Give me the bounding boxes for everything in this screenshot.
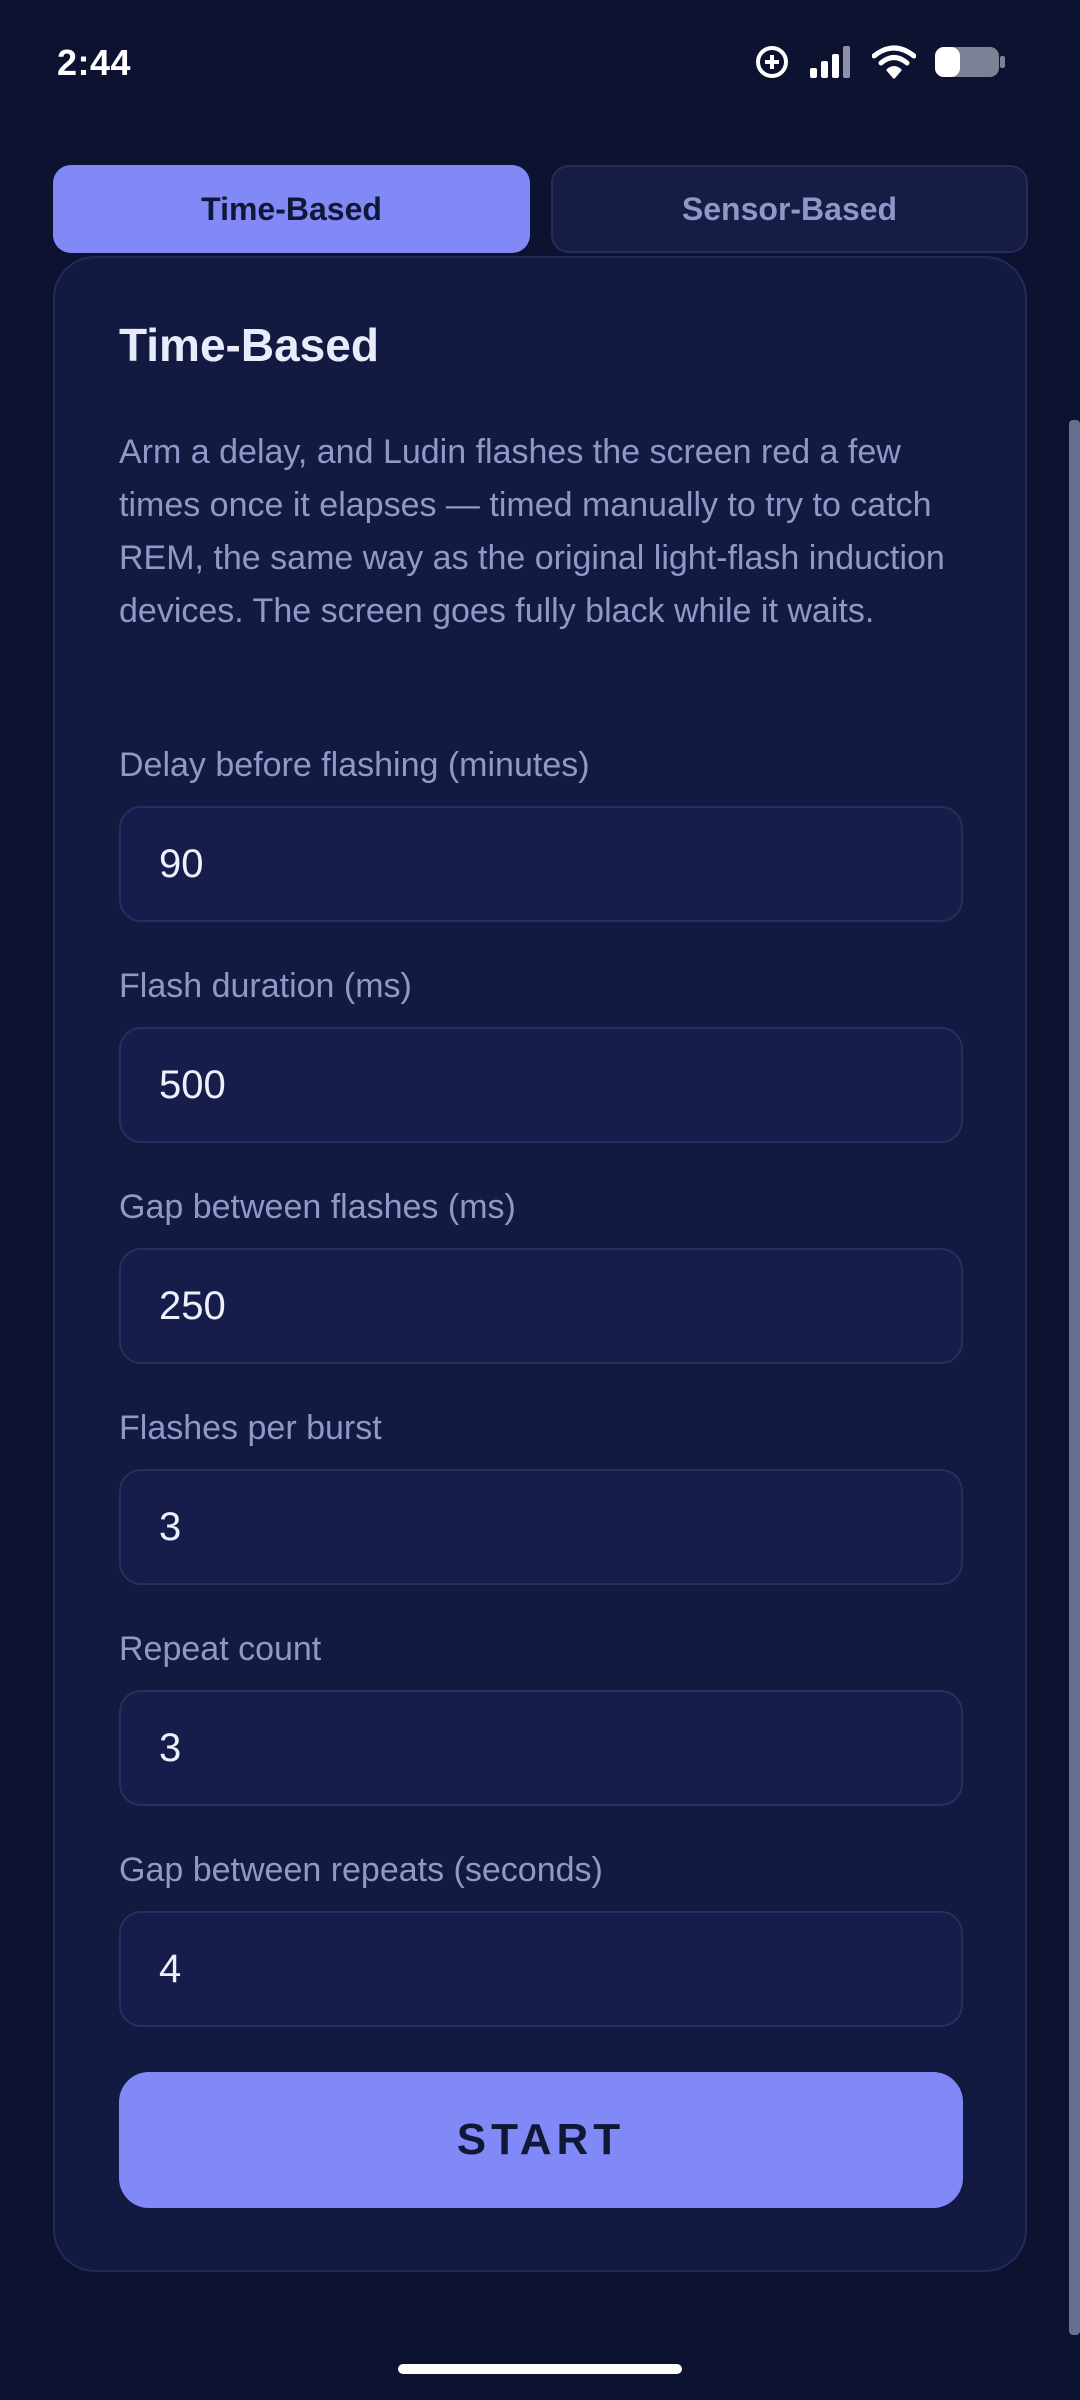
delay-input[interactable]	[119, 806, 963, 922]
card-title: Time-Based	[119, 319, 379, 371]
tab-time-based[interactable]: Time-Based	[53, 165, 530, 253]
repeat-count-label: Repeat count	[119, 1630, 322, 1668]
signal-icon	[808, 44, 854, 85]
flash-gap-input[interactable]	[119, 1248, 963, 1364]
delay-label: Delay before flashing (minutes)	[119, 746, 590, 784]
status-icons	[754, 44, 1006, 85]
scrollbar[interactable]	[1069, 420, 1080, 2335]
mode-tabs: Time-Based Sensor-Based	[53, 165, 1028, 255]
battery-icon	[934, 44, 1006, 85]
flash-duration-input[interactable]	[119, 1027, 963, 1143]
data-saver-icon	[754, 44, 790, 85]
time-based-card: Time-Based Arm a delay, and Ludin flashe…	[53, 256, 1027, 2272]
status-time: 2:44	[57, 42, 132, 83]
flash-duration-label: Flash duration (ms)	[119, 967, 412, 1005]
repeat-gap-input[interactable]	[119, 1911, 963, 2027]
tab-sensor-based[interactable]: Sensor-Based	[551, 165, 1028, 253]
flash-gap-label: Gap between flashes (ms)	[119, 1188, 516, 1226]
status-bar: 2:44	[0, 0, 1080, 130]
home-indicator[interactable]	[398, 2364, 682, 2374]
wifi-icon	[871, 44, 917, 85]
card-description: Arm a delay, and Ludin flashes the scree…	[119, 433, 945, 630]
repeat-gap-label: Gap between repeats (seconds)	[119, 1851, 603, 1889]
flashes-per-burst-input[interactable]	[119, 1469, 963, 1585]
start-button[interactable]: START	[119, 2072, 963, 2208]
repeat-count-input[interactable]	[119, 1690, 963, 1806]
flashes-per-burst-label: Flashes per burst	[119, 1409, 382, 1447]
